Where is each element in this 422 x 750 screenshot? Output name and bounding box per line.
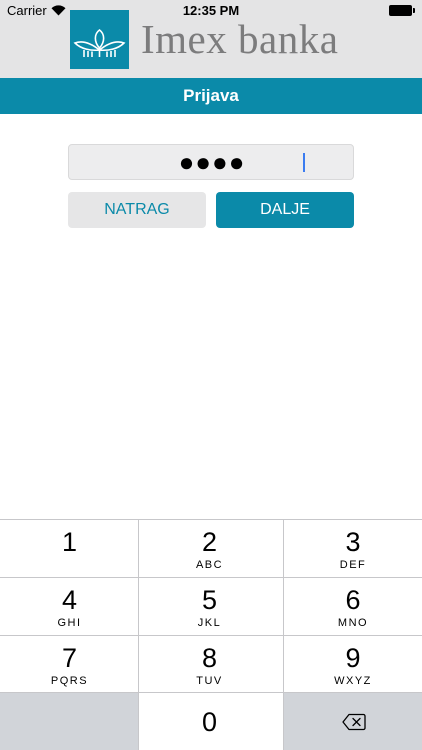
page-title: Prijava bbox=[0, 78, 422, 114]
keypad-divider bbox=[0, 692, 422, 693]
key-digit: 5 bbox=[201, 585, 218, 615]
bank-name: Imex banka bbox=[141, 16, 339, 62]
key-letters: PQRS bbox=[50, 675, 89, 687]
key-digit: 7 bbox=[61, 643, 78, 673]
key-letters: JKL bbox=[197, 617, 222, 629]
key-4[interactable]: 4 GHI bbox=[0, 578, 139, 635]
key-letters: MNO bbox=[337, 617, 369, 629]
key-9[interactable]: 9 WXYZ bbox=[284, 636, 422, 693]
pin-input[interactable]: ●●●● bbox=[68, 144, 354, 180]
key-digit: 3 bbox=[345, 527, 361, 557]
text-caret bbox=[303, 153, 305, 172]
key-digit: 1 bbox=[61, 527, 78, 557]
key-digit: 2 bbox=[201, 527, 218, 557]
numeric-keypad: 1 2 ABC 3 DEF 4 GHI 5 JKL 6 MNO 7 PQRS 8… bbox=[0, 519, 422, 750]
key-1[interactable]: 1 bbox=[0, 520, 139, 577]
delete-key[interactable] bbox=[284, 693, 422, 750]
key-letters: DEF bbox=[339, 559, 367, 571]
key-7[interactable]: 7 PQRS bbox=[0, 636, 139, 693]
backspace-icon bbox=[342, 713, 366, 731]
battery-icon bbox=[389, 5, 415, 16]
key-letters: ABC bbox=[195, 559, 224, 571]
pin-masked-value: ●●●● bbox=[178, 147, 246, 177]
key-digit: 8 bbox=[201, 643, 218, 673]
key-digit: 4 bbox=[61, 585, 78, 615]
key-2[interactable]: 2 ABC bbox=[140, 520, 279, 577]
key-digit: 6 bbox=[345, 585, 361, 615]
bank-logo-icon bbox=[70, 10, 129, 69]
key-digit: 0 bbox=[201, 707, 218, 737]
key-8[interactable]: 8 TUV bbox=[140, 636, 279, 693]
key-digit: 9 bbox=[345, 643, 361, 673]
key-5[interactable]: 5 JKL bbox=[140, 578, 279, 635]
keypad-divider bbox=[0, 577, 422, 578]
key-3[interactable]: 3 DEF bbox=[284, 520, 422, 577]
app-header: Carrier 12:35 PM Imex banka bbox=[0, 0, 422, 78]
keypad-blank-key bbox=[0, 693, 138, 750]
key-6[interactable]: 6 MNO bbox=[284, 578, 422, 635]
keypad-divider bbox=[0, 635, 422, 636]
key-0[interactable]: 0 bbox=[140, 693, 279, 750]
key-letters: GHI bbox=[57, 617, 82, 629]
key-letters: TUV bbox=[196, 675, 223, 687]
next-button[interactable]: DALJE bbox=[216, 192, 354, 228]
back-button[interactable]: NATRAG bbox=[68, 192, 206, 228]
key-letters: WXYZ bbox=[334, 675, 372, 687]
